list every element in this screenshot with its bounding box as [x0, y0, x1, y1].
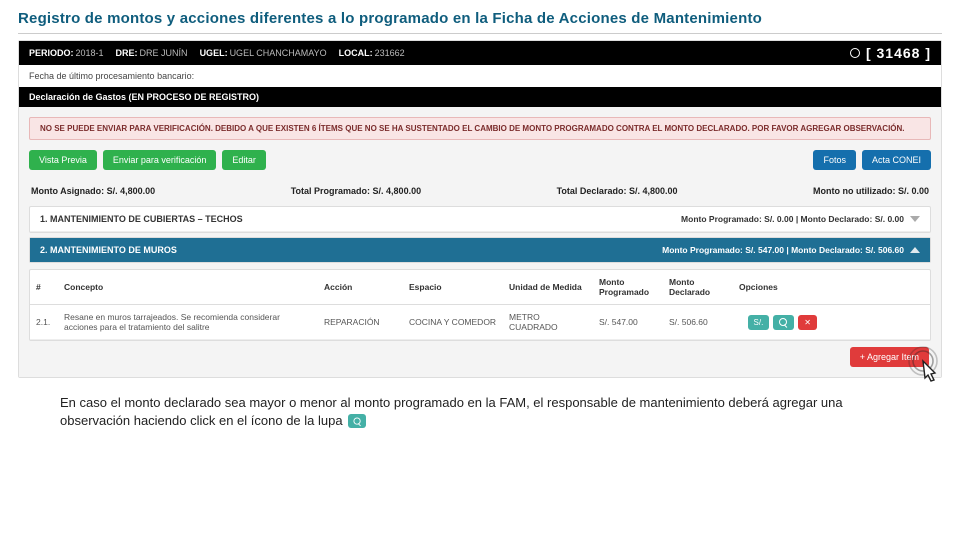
kv-periodo: PERIODO: 2018-1 — [29, 48, 104, 58]
divider — [18, 33, 942, 34]
cell-n: 2.1. — [30, 310, 58, 334]
cell-unidad: METRO CUADRADO — [503, 305, 593, 339]
col-n: # — [30, 275, 58, 299]
cell-opciones: S/. ✕ — [733, 308, 823, 337]
col-unidad: Unidad de Medida — [503, 275, 593, 299]
table-header: # Concepto Acción Espacio Unidad de Medi… — [30, 270, 930, 305]
acta-conei-button[interactable]: Acta CONEI — [862, 150, 931, 170]
ugel-label: UGEL: — [200, 48, 228, 58]
kv-ugel: UGEL: UGEL CHANCHAMAYO — [200, 48, 327, 58]
total-asignado: Monto Asignado: S/. 4,800.00 — [31, 186, 155, 196]
monto-button[interactable]: S/. — [748, 315, 770, 330]
accordion-title: 2. MANTENIMIENTO DE MUROS — [40, 245, 177, 255]
cell-monto-prog: S/. 547.00 — [593, 310, 663, 334]
cell-monto-decl: S/. 506.60 — [663, 310, 733, 334]
accordion-summary: Monto Programado: S/. 547.00 | Monto Dec… — [662, 245, 920, 255]
total-declarado: Total Declarado: S/. 4,800.00 — [557, 186, 678, 196]
local-value: 231662 — [375, 48, 405, 58]
totals-row: Monto Asignado: S/. 4,800.00 Total Progr… — [29, 180, 931, 206]
accordion-summary: Monto Programado: S/. 0.00 | Monto Decla… — [681, 214, 920, 224]
inline-search-icon — [348, 414, 366, 428]
body-area: NO SE PUEDE ENVIAR PARA VERIFICACIÓN. DE… — [19, 107, 941, 377]
dre-label: DRE: — [116, 48, 138, 58]
kv-dre: DRE: DRE JUNÍN — [116, 48, 188, 58]
col-monto-decl: Monto Declarado — [663, 270, 733, 304]
periodo-label: PERIODO: — [29, 48, 74, 58]
cell-accion: REPARACIÓN — [318, 310, 403, 334]
editar-button[interactable]: Editar — [222, 150, 266, 170]
bottom-actions: + Agregar Item — [29, 341, 931, 367]
vista-previa-button[interactable]: Vista Previa — [29, 150, 97, 170]
ugel-value: UGEL CHANCHAMAYO — [230, 48, 327, 58]
total-no-utilizado: Monto no utilizado: S/. 0.00 — [813, 186, 929, 196]
slide-title: Registro de montos y acciones diferentes… — [0, 0, 960, 31]
dre-value: DRE JUNÍN — [140, 48, 188, 58]
info-bar: Fecha de último procesamiento bancario: — [19, 65, 941, 87]
local-label: LOCAL: — [339, 48, 373, 58]
items-table: # Concepto Acción Espacio Unidad de Medi… — [29, 269, 931, 341]
cell-concepto: Resane en muros tarrajeados. Se recomien… — [58, 305, 318, 339]
fotos-button[interactable]: Fotos — [813, 150, 856, 170]
accordion-techos[interactable]: 1. MANTENIMIENTO DE CUBIERTAS – TECHOS M… — [29, 206, 931, 233]
chevron-down-icon — [910, 216, 920, 222]
total-programado: Total Programado: S/. 4,800.00 — [291, 186, 421, 196]
click-cursor-icon — [905, 343, 945, 383]
delete-button[interactable]: ✕ — [798, 315, 817, 330]
col-monto-prog: Monto Programado — [593, 270, 663, 304]
warning-banner: NO SE PUEDE ENVIAR PARA VERIFICACIÓN. DE… — [29, 117, 931, 140]
col-concepto: Concepto — [58, 275, 318, 299]
top-header: PERIODO: 2018-1 DRE: DRE JUNÍN UGEL: UGE… — [19, 41, 941, 65]
observacion-button[interactable] — [773, 315, 794, 330]
accordion-head-muros[interactable]: 2. MANTENIMIENTO DE MUROS Monto Programa… — [30, 238, 930, 262]
col-accion: Acción — [318, 275, 403, 299]
app-window: PERIODO: 2018-1 DRE: DRE JUNÍN UGEL: UGE… — [18, 40, 942, 378]
accordion-head-techos[interactable]: 1. MANTENIMIENTO DE CUBIERTAS – TECHOS M… — [30, 207, 930, 232]
accordion-title: 1. MANTENIMIENTO DE CUBIERTAS – TECHOS — [40, 214, 243, 224]
top-right: [ 31468 ] — [850, 45, 931, 61]
accordion-muros[interactable]: 2. MANTENIMIENTO DE MUROS Monto Programa… — [29, 237, 931, 263]
caption-text: En caso el monto declarado sea mayor o m… — [0, 378, 960, 429]
section-header: Declaración de Gastos (EN PROCESO DE REG… — [19, 87, 941, 107]
enviar-button[interactable]: Enviar para verificación — [103, 150, 217, 170]
col-espacio: Espacio — [403, 275, 503, 299]
col-opciones: Opciones — [733, 275, 823, 299]
table-row: 2.1. Resane en muros tarrajeados. Se rec… — [30, 305, 930, 340]
chevron-up-icon — [910, 247, 920, 253]
search-icon — [779, 318, 788, 327]
kv-local: LOCAL: 231662 — [339, 48, 405, 58]
cell-espacio: COCINA Y COMEDOR — [403, 310, 503, 334]
periodo-value: 2018-1 — [76, 48, 104, 58]
user-icon[interactable] — [850, 48, 860, 58]
account-number: [ 31468 ] — [866, 45, 931, 61]
action-toolbar: Vista Previa Enviar para verificación Ed… — [29, 150, 931, 170]
